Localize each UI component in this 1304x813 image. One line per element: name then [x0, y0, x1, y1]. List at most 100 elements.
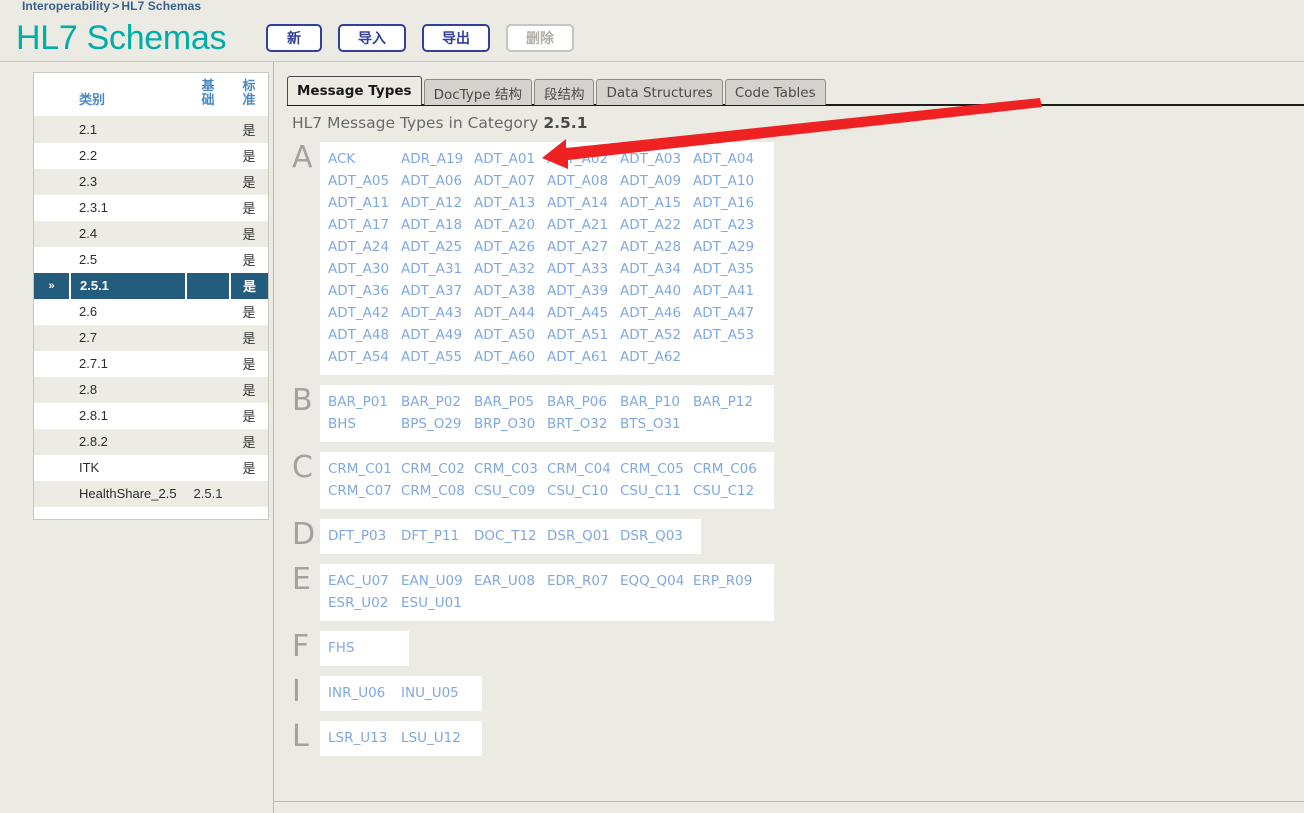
message-type-link[interactable]: ADT_A45: [547, 302, 620, 324]
message-type-link[interactable]: ADT_A62: [620, 346, 693, 368]
table-row[interactable]: 2.7 是: [34, 324, 268, 351]
message-type-link[interactable]: ADT_A41: [693, 280, 766, 302]
message-type-link[interactable]: ADT_A07: [474, 170, 547, 192]
table-row[interactable]: HealthShare_2.5 2.5.1: [34, 480, 268, 507]
message-type-link[interactable]: ACK: [328, 148, 401, 170]
message-type-link[interactable]: ADT_A44: [474, 302, 547, 324]
message-type-link[interactable]: ADT_A46: [620, 302, 693, 324]
message-type-link[interactable]: BAR_P01: [328, 391, 401, 413]
message-type-link[interactable]: ADT_A23: [693, 214, 766, 236]
table-row[interactable]: 2.1 是: [34, 116, 268, 143]
table-row[interactable]: 2.6 是: [34, 299, 268, 325]
breadcrumb-root[interactable]: Interoperability: [22, 0, 110, 13]
message-type-link[interactable]: ADT_A05: [328, 170, 401, 192]
message-type-link[interactable]: ADT_A30: [328, 258, 401, 280]
message-type-link[interactable]: DOC_T12: [474, 525, 547, 547]
message-type-link[interactable]: DSR_Q03: [620, 525, 693, 547]
message-type-link[interactable]: ADT_A03: [620, 148, 693, 170]
message-type-link[interactable]: CRM_C03: [474, 458, 547, 480]
table-row[interactable]: 2.2 是: [34, 143, 268, 169]
new-button[interactable]: 新: [266, 24, 322, 52]
table-row[interactable]: » 2.5.1 是: [34, 272, 268, 299]
message-type-link[interactable]: ADT_A55: [401, 346, 474, 368]
message-type-link[interactable]: ADT_A35: [693, 258, 766, 280]
table-row[interactable]: ITK 是: [34, 455, 268, 481]
message-type-link[interactable]: ADT_A18: [401, 214, 474, 236]
message-type-link[interactable]: ADT_A15: [620, 192, 693, 214]
message-type-link[interactable]: BPS_O29: [401, 413, 474, 435]
table-row[interactable]: 2.8.2 是: [34, 428, 268, 455]
message-type-link[interactable]: ADT_A28: [620, 236, 693, 258]
message-type-link[interactable]: ADT_A08: [547, 170, 620, 192]
message-type-link[interactable]: CRM_C08: [401, 480, 474, 502]
message-type-link[interactable]: BAR_P06: [547, 391, 620, 413]
message-type-link[interactable]: ADT_A06: [401, 170, 474, 192]
message-type-link[interactable]: ADT_A52: [620, 324, 693, 346]
message-type-link[interactable]: ADT_A47: [693, 302, 766, 324]
message-type-link[interactable]: ADT_A32: [474, 258, 547, 280]
message-type-link[interactable]: ESU_U01: [401, 592, 474, 614]
message-type-link[interactable]: ADT_A01: [474, 148, 547, 170]
message-type-link[interactable]: ESR_U02: [328, 592, 401, 614]
message-type-link[interactable]: ADT_A61: [547, 346, 620, 368]
message-type-link[interactable]: CRM_C05: [620, 458, 693, 480]
message-type-link[interactable]: ADT_A02: [547, 148, 620, 170]
message-type-link[interactable]: ADR_A19: [401, 148, 474, 170]
message-type-link[interactable]: INR_U06: [328, 682, 401, 704]
message-type-link[interactable]: ADT_A31: [401, 258, 474, 280]
message-type-link[interactable]: ADT_A04: [693, 148, 766, 170]
message-type-link[interactable]: ADT_A34: [620, 258, 693, 280]
message-type-link[interactable]: EAN_U09: [401, 570, 474, 592]
message-type-link[interactable]: CRM_C04: [547, 458, 620, 480]
message-type-link[interactable]: CSU_C11: [620, 480, 693, 502]
message-type-link[interactable]: BAR_P10: [620, 391, 693, 413]
message-type-link[interactable]: ADT_A48: [328, 324, 401, 346]
message-type-link[interactable]: CRM_C06: [693, 458, 766, 480]
message-type-link[interactable]: ADT_A12: [401, 192, 474, 214]
col-header-base[interactable]: 基础: [186, 73, 230, 117]
message-type-link[interactable]: BAR_P05: [474, 391, 547, 413]
message-type-link[interactable]: ADT_A49: [401, 324, 474, 346]
table-row[interactable]: 2.3.1 是: [34, 195, 268, 221]
message-type-link[interactable]: ADT_A13: [474, 192, 547, 214]
table-row[interactable]: 2.8 是: [34, 376, 268, 403]
message-type-link[interactable]: ADT_A24: [328, 236, 401, 258]
message-type-link[interactable]: FHS: [328, 637, 401, 659]
message-type-link[interactable]: EAC_U07: [328, 570, 401, 592]
message-type-link[interactable]: ADT_A36: [328, 280, 401, 302]
message-type-link[interactable]: ADT_A14: [547, 192, 620, 214]
tab-4[interactable]: Data Structures: [596, 79, 723, 105]
message-type-link[interactable]: DFT_P11: [401, 525, 474, 547]
message-type-link[interactable]: ADT_A33: [547, 258, 620, 280]
message-type-link[interactable]: LSU_U12: [401, 727, 474, 749]
message-type-link[interactable]: ERP_R09: [693, 570, 766, 592]
message-type-link[interactable]: ADT_A53: [693, 324, 766, 346]
message-type-link[interactable]: INU_U05: [401, 682, 474, 704]
message-type-link[interactable]: CSU_C10: [547, 480, 620, 502]
message-type-link[interactable]: CSU_C12: [693, 480, 766, 502]
message-type-link[interactable]: BTS_O31: [620, 413, 693, 435]
import-button[interactable]: 导入: [338, 24, 406, 52]
table-row[interactable]: 2.7.1 是: [34, 351, 268, 377]
message-type-link[interactable]: ADT_A09: [620, 170, 693, 192]
message-type-link[interactable]: DSR_Q01: [547, 525, 620, 547]
message-type-link[interactable]: ADT_A17: [328, 214, 401, 236]
message-type-link[interactable]: CRM_C07: [328, 480, 401, 502]
message-type-link[interactable]: ADT_A51: [547, 324, 620, 346]
message-type-link[interactable]: ADT_A16: [693, 192, 766, 214]
message-type-link[interactable]: ADT_A39: [547, 280, 620, 302]
message-type-link[interactable]: ADT_A38: [474, 280, 547, 302]
message-type-link[interactable]: ADT_A42: [328, 302, 401, 324]
message-type-link[interactable]: BAR_P02: [401, 391, 474, 413]
message-type-link[interactable]: ADT_A20: [474, 214, 547, 236]
message-type-link[interactable]: ADT_A40: [620, 280, 693, 302]
message-type-link[interactable]: BHS: [328, 413, 401, 435]
message-type-link[interactable]: EDR_R07: [547, 570, 620, 592]
message-type-link[interactable]: ADT_A10: [693, 170, 766, 192]
tab-5[interactable]: Code Tables: [724, 79, 826, 105]
message-type-link[interactable]: BAR_P12: [693, 391, 766, 413]
col-header-standard[interactable]: 标准: [230, 73, 268, 117]
message-type-link[interactable]: ADT_A27: [547, 236, 620, 258]
message-type-link[interactable]: CSU_C09: [474, 480, 547, 502]
message-type-link[interactable]: DFT_P03: [328, 525, 401, 547]
